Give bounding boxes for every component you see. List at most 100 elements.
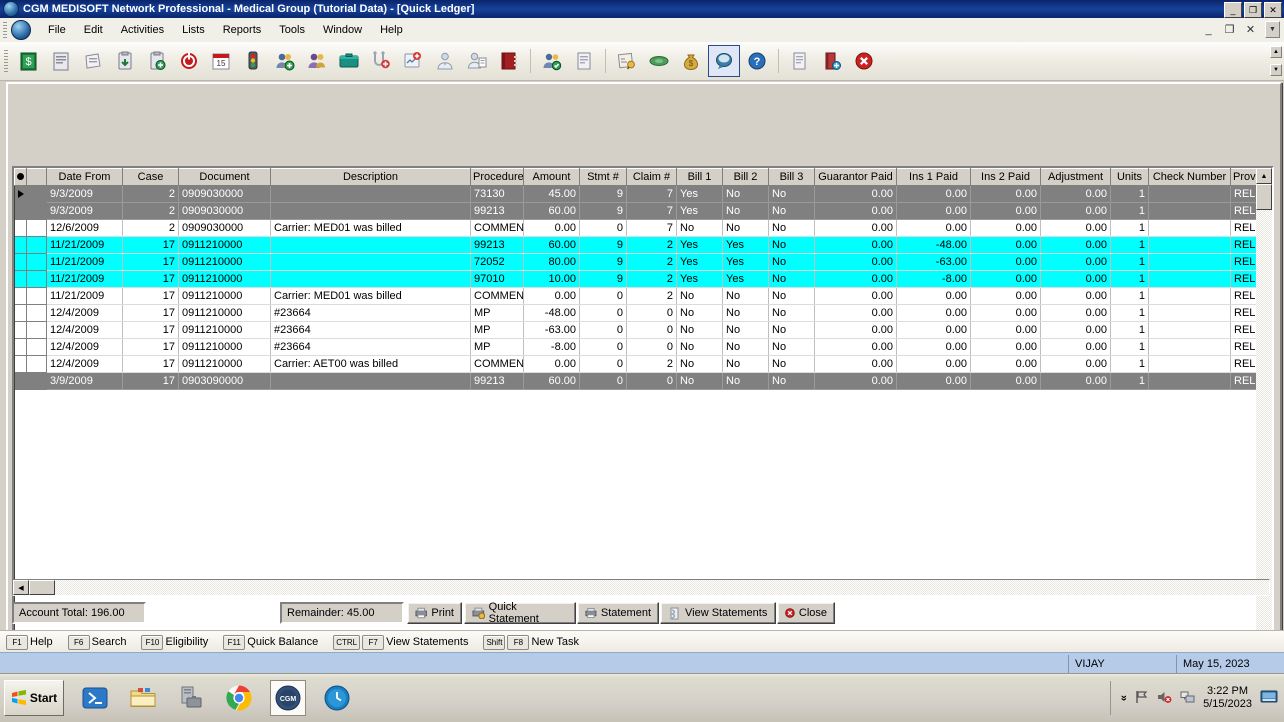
cell-ins1-paid[interactable]: -8.00 [896,270,971,288]
cell-bill3[interactable]: No [768,270,815,288]
scroll-up-button[interactable]: ▲ [1256,168,1272,184]
cell-date-created[interactable]: 12/4/2009 [1273,339,1275,356]
cell-claim[interactable]: 2 [626,253,677,271]
cell-case[interactable]: 2 [122,202,179,220]
cell-guar-paid[interactable]: 0.00 [814,185,897,203]
cell-guar-paid[interactable]: 0.00 [814,253,897,271]
cell-case[interactable]: 17 [122,372,179,390]
cell-stmt[interactable]: 0 [579,372,627,390]
table-row[interactable]: 11/21/2009 17 0911210000 Carrier: MED01 was… [14,287,1272,305]
fkey-search[interactable]: F6 Search [67,634,126,650]
close-button[interactable]: ✕ [1264,2,1282,18]
cell-bill2[interactable]: No [722,185,769,203]
volume-muted-icon[interactable] [1157,690,1172,707]
cell-document[interactable]: 0911210000 [178,287,271,305]
cell-ins2-paid[interactable]: 0.00 [970,287,1041,305]
cell-units[interactable]: 1 [1110,355,1149,373]
cell-amount[interactable]: 10.00 [523,270,580,288]
cell-claim[interactable]: 0 [626,338,677,356]
toolbar-scroll-buttons[interactable]: ▲ ▼ [1270,46,1282,76]
cell-units[interactable]: 1 [1110,338,1149,356]
cell-ins2-paid[interactable]: 0.00 [970,372,1041,390]
cell-ins1-paid[interactable]: 0.00 [896,185,971,203]
cell-procedure[interactable]: MP [470,304,524,322]
row-select-cell[interactable] [26,270,47,288]
minimize-button[interactable]: _ [1224,2,1242,18]
row-marker-cell[interactable] [14,304,27,322]
row-marker-cell[interactable] [14,287,27,305]
cell-guar-paid[interactable]: 0.00 [814,304,897,322]
cell-adjustment[interactable]: 0.00 [1040,185,1111,203]
cell-description[interactable] [270,185,471,203]
clock-app-icon[interactable] [320,681,354,715]
cell-bill1[interactable]: No [676,304,723,322]
cell-claim[interactable]: 2 [626,236,677,254]
taskbar-clock[interactable]: 3:22 PM 5/15/2023 [1203,685,1252,711]
cell-document[interactable]: 0909030000 [178,219,271,237]
column-header-bill2[interactable]: Bill 2 [722,168,769,186]
cell-amount[interactable]: 0.00 [523,355,580,373]
cell-stmt[interactable]: 9 [579,236,627,254]
cell-check-number[interactable] [1148,355,1231,373]
cell-case[interactable]: 17 [122,338,179,356]
cell-claim[interactable]: 2 [626,270,677,288]
toolbar-grip-handle[interactable] [4,50,8,72]
cell-bill3[interactable]: No [768,287,815,305]
cell-case[interactable]: 17 [122,236,179,254]
row-select-cell[interactable] [26,202,47,220]
cell-amount[interactable]: -48.00 [523,304,580,322]
cell-description[interactable] [270,202,471,220]
cell-claim[interactable]: 7 [626,185,677,203]
row-marker-cell[interactable] [14,236,27,254]
cell-units[interactable]: 1 [1110,270,1149,288]
enter-deposits-icon[interactable] [110,46,140,76]
cell-bill3[interactable]: No [768,372,815,390]
close-ledger-button[interactable]: Close [777,602,835,624]
maximize-button[interactable]: ❐ [1244,2,1262,18]
cell-case[interactable]: 17 [122,270,179,288]
show-hidden-icons-button[interactable]: « [1118,695,1130,701]
cell-procedure[interactable]: MP [470,338,524,356]
cell-case[interactable]: 17 [122,287,179,305]
referring-provider-icon[interactable] [462,46,492,76]
cell-date-from[interactable]: 12/6/2009 [46,219,123,237]
cell-bill1[interactable]: Yes [676,253,723,271]
menu-item-tools[interactable]: Tools [270,21,314,39]
cell-case[interactable]: 2 [122,219,179,237]
cell-bill2[interactable]: No [722,338,769,356]
claim-management-icon[interactable] [46,46,76,76]
cell-stmt[interactable]: 0 [579,219,627,237]
table-row[interactable]: 9/3/2009 2 0909030000 73130 45.00 9 7 Yes No No 0.… [14,185,1272,203]
cell-ins1-paid[interactable]: 0.00 [896,202,971,220]
menu-item-activities[interactable]: Activities [112,21,173,39]
cell-units[interactable]: 1 [1110,219,1149,237]
column-header-ins2-paid[interactable]: Ins 2 Paid [970,168,1041,186]
flag-icon[interactable] [1135,690,1149,707]
reports-icon[interactable] [569,46,599,76]
cell-bill1[interactable]: No [676,372,723,390]
column-header-stmt[interactable]: Stmt # [579,168,627,186]
cell-procedure[interactable]: MP [470,321,524,339]
cell-amount[interactable]: -63.00 [523,321,580,339]
cell-check-number[interactable] [1148,236,1231,254]
cell-bill2[interactable]: No [722,355,769,373]
cell-case[interactable]: 2 [122,185,179,203]
cell-date-created[interactable]: 3/9/2009 [1273,373,1275,390]
mdi-close-button[interactable]: ✕ [1244,23,1257,36]
row-marker-cell[interactable] [14,253,27,271]
cell-check-number[interactable] [1148,338,1231,356]
cell-document[interactable]: 0911210000 [178,338,271,356]
menu-item-file[interactable]: File [39,21,75,39]
cell-guar-paid[interactable]: 0.00 [814,355,897,373]
row-select-cell[interactable] [26,287,47,305]
cell-units[interactable]: 1 [1110,321,1149,339]
provider-list-icon[interactable] [430,46,460,76]
menu-item-window[interactable]: Window [314,21,371,39]
cell-stmt[interactable]: 0 [579,287,627,305]
cell-bill1[interactable]: Yes [676,270,723,288]
cell-guar-paid[interactable]: 0.00 [814,321,897,339]
cell-ins2-paid[interactable]: 0.00 [970,304,1041,322]
column-header-bill3[interactable]: Bill 3 [768,168,815,186]
cell-date-created[interactable]: 12/4/2009 [1273,305,1275,322]
cell-amount[interactable]: 0.00 [523,219,580,237]
